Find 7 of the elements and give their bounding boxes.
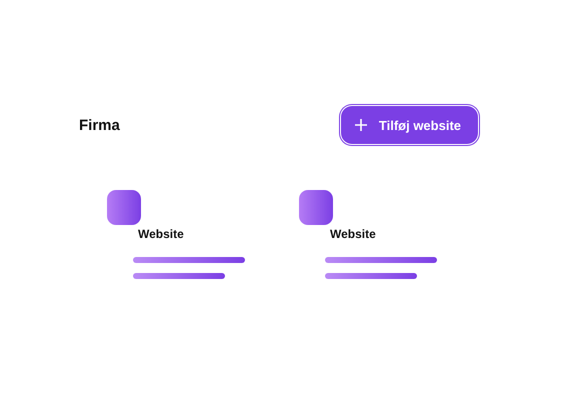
plus-icon — [354, 119, 367, 131]
website-logo-placeholder — [107, 190, 141, 225]
website-label: Website — [138, 227, 185, 241]
add-website-button[interactable]: Tilføj website — [340, 106, 478, 144]
website-label: Website — [330, 227, 377, 241]
section-title: Firma — [79, 116, 120, 134]
website-logo-placeholder — [299, 190, 333, 225]
